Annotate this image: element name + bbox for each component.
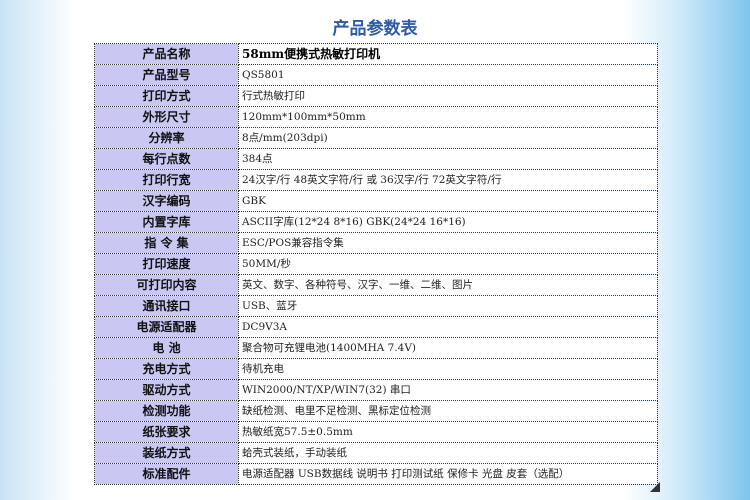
table-row: 纸张要求 热敏纸宽57.5±0.5mm [94,421,658,443]
table-row: 可打印内容 英文、数字、各种符号、汉字、一维、二维、图片 [94,274,658,296]
table-row: 内置字库 ASCII字库(12*24 8*16) GBK(24*24 16*16… [94,211,658,233]
spec-table: 产品名称 58mm便携式热敏打印机 产品型号 QS5801 打印方式 行式热敏打… [94,43,658,485]
spec-label: 电 池 [94,337,239,359]
spec-value: 电源适配器 USB数据线 说明书 打印测试纸 保修卡 光盘 皮套（选配） [238,463,658,485]
page-title: 产品参数表 [332,19,418,39]
spec-value: 24汉字/行 48英文字符/行 或 36汉字/行 72英文字符/行 [238,169,658,191]
table-row: 打印速度 50MM/秒 [94,253,658,275]
table-row: 分辨率 8点/mm(203dpi) [94,127,658,149]
spec-label: 产品型号 [94,64,239,86]
table-row: 打印方式 行式热敏打印 [94,85,658,107]
table-row: 电 池 聚合物可充锂电池(1400MHA 7.4V) [94,337,658,359]
spec-label: 电源适配器 [94,316,239,338]
spec-value: USB、蓝牙 [238,295,658,317]
spec-label: 可打印内容 [94,274,239,296]
table-row: 检测功能 缺纸检测、电里不足检测、黑标定位检测 [94,400,658,422]
spec-value: 120mm*100mm*50mm [238,106,658,128]
table-row: 电源适配器 DC9V3A [94,316,658,338]
spec-value: 58mm便携式热敏打印机 [238,43,658,65]
spec-label: 检测功能 [94,400,239,422]
spec-label: 驱动方式 [94,379,239,401]
spec-value: 50MM/秒 [238,253,658,275]
spec-label: 打印速度 [94,253,239,275]
spec-value: ASCII字库(12*24 8*16) GBK(24*24 16*16) [238,211,658,233]
table-row: 打印行宽 24汉字/行 48英文字符/行 或 36汉字/行 72英文字符/行 [94,169,658,191]
spec-label: 指 令 集 [94,232,239,254]
spec-value: 热敏纸宽57.5±0.5mm [238,421,658,443]
table-row: 通讯接口 USB、蓝牙 [94,295,658,317]
table-row: 指 令 集 ESC/POS兼容指令集 [94,232,658,254]
spec-value: WIN2000/NT/XP/WIN7(32) 串口 [238,379,658,401]
spec-value: ESC/POS兼容指令集 [238,232,658,254]
spec-label: 打印行宽 [94,169,239,191]
spec-label: 每行点数 [94,148,239,170]
table-row: 驱动方式 WIN2000/NT/XP/WIN7(32) 串口 [94,379,658,401]
spec-label: 分辨率 [94,127,239,149]
table-row: 产品名称 58mm便携式热敏打印机 [94,43,658,65]
spec-label: 标准配件 [94,463,239,485]
spec-value: 聚合物可充锂电池(1400MHA 7.4V) [238,337,658,359]
spec-value: 蛤壳式装纸，手动装纸 [238,442,658,464]
table-row: 外形尺寸 120mm*100mm*50mm [94,106,658,128]
spec-label: 内置字库 [94,211,239,233]
table-row: 汉字编码 GBK [94,190,658,212]
table-resize-handle [650,482,660,492]
spec-value: 8点/mm(203dpi) [238,127,658,149]
spec-value: 384点 [238,148,658,170]
spec-value: QS5801 [238,64,658,86]
spec-label: 充电方式 [94,358,239,380]
table-row: 充电方式 待机充电 [94,358,658,380]
spec-label: 纸张要求 [94,421,239,443]
spec-label: 汉字编码 [94,190,239,212]
spec-value: DC9V3A [238,316,658,338]
spec-label: 装纸方式 [94,442,239,464]
spec-value: 英文、数字、各种符号、汉字、一维、二维、图片 [238,274,658,296]
spec-label: 通讯接口 [94,295,239,317]
table-row: 装纸方式 蛤壳式装纸，手动装纸 [94,442,658,464]
table-row: 产品型号 QS5801 [94,64,658,86]
spec-label: 打印方式 [94,85,239,107]
spec-value: 行式热敏打印 [238,85,658,107]
spec-label: 外形尺寸 [94,106,239,128]
table-row: 标准配件 电源适配器 USB数据线 说明书 打印测试纸 保修卡 光盘 皮套（选配… [94,463,658,485]
spec-value: 待机充电 [238,358,658,380]
spec-label: 产品名称 [94,43,239,65]
spec-value: 缺纸检测、电里不足检测、黑标定位检测 [238,400,658,422]
table-row: 每行点数 384点 [94,148,658,170]
spec-value: GBK [238,190,658,212]
